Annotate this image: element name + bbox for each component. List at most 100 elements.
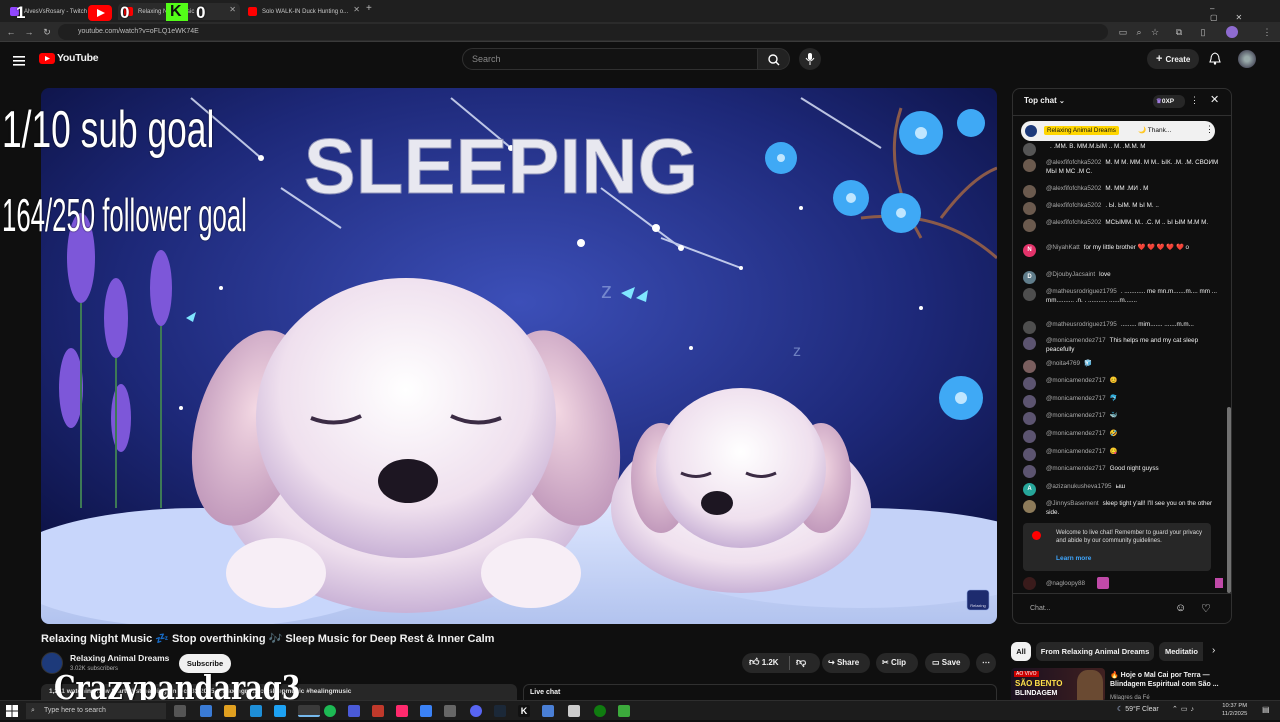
user-avatar[interactable] <box>1023 288 1036 301</box>
dislike-button[interactable]: 👎︎ <box>796 653 806 673</box>
chip-meditation[interactable]: Meditatio <box>1159 642 1203 661</box>
pinned-message-banner[interactable]: Relaxing Animal Dreams 🌙 Thank... ⋮ <box>1021 121 1215 141</box>
menu-dots-icon[interactable]: ⋮ <box>1260 25 1274 39</box>
reload-icon[interactable]: ↻ <box>40 25 54 39</box>
user-avatar[interactable] <box>1023 321 1036 334</box>
pinned-menu-icon[interactable]: ⋮ <box>1205 124 1214 135</box>
url-field[interactable]: youtube.com/watch?v=oFLQ1eWK74E <box>58 24 1108 40</box>
extensions-icon[interactable]: ⧉ <box>1172 25 1186 39</box>
hamburger-menu-icon[interactable] <box>13 53 25 71</box>
user-avatar[interactable] <box>1023 377 1036 390</box>
share-button[interactable]: ↪ Share <box>822 653 870 673</box>
chat-author[interactable]: @noita4769 <box>1046 360 1080 367</box>
app-icon[interactable] <box>444 705 456 717</box>
clip-button[interactable]: ✂ Clip <box>876 653 918 673</box>
app-icon[interactable] <box>568 705 580 717</box>
chevron-right-icon[interactable]: › <box>1212 645 1215 656</box>
user-avatar[interactable] <box>1023 395 1036 408</box>
recommendation-thumbnail[interactable]: AO VIVO SÃO BENTO BLINDAGEM <box>1011 668 1105 702</box>
notifications-bell-icon[interactable] <box>1209 52 1221 70</box>
chat-menu-dots-icon[interactable]: ⋮ <box>1190 95 1199 106</box>
top-chat-dropdown[interactable]: Top chat ⌄ <box>1024 96 1065 105</box>
user-avatar[interactable] <box>1023 219 1036 232</box>
user-avatar[interactable] <box>1023 185 1036 198</box>
kick-app-icon[interactable]: K <box>518 705 530 717</box>
chat-author[interactable]: @DjoubyJacsaint <box>1046 271 1095 278</box>
user-avatar[interactable] <box>1023 360 1036 373</box>
close-tab-icon[interactable]: ✕ <box>353 5 360 14</box>
chat-author[interactable]: @alexfifofchka5202 <box>1046 219 1101 226</box>
chat-author[interactable]: @monicamendez717 <box>1046 465 1106 472</box>
taskbar-search-box[interactable]: ⌕ Type here to search <box>26 703 166 719</box>
chat-author[interactable]: @monicamendez717 <box>1046 337 1106 344</box>
steam-icon[interactable] <box>494 705 506 717</box>
emoji-picker-icon[interactable]: ☺ <box>1175 602 1186 614</box>
close-chat-icon[interactable]: ✕ <box>1210 93 1219 106</box>
create-button[interactable]: + Create <box>1147 49 1199 69</box>
chat-author[interactable]: @monicamendez717 <box>1046 412 1106 419</box>
like-button[interactable]: 👍︎ 1.2K <box>749 653 779 673</box>
app-icon[interactable] <box>542 705 554 717</box>
notification-center-icon[interactable]: ▤ <box>1262 705 1270 714</box>
user-avatar[interactable] <box>1023 337 1036 350</box>
points-badge[interactable]: ♛0XP <box>1153 95 1185 108</box>
chrome-icon[interactable] <box>298 705 320 717</box>
user-avatar[interactable]: D <box>1023 271 1036 284</box>
search-button[interactable] <box>757 48 790 70</box>
chat-author[interactable]: @monicamendez717 <box>1046 395 1106 402</box>
chat-author[interactable]: @monicamendez717 <box>1046 430 1106 437</box>
recommendation-title[interactable]: 🔥 Hoje o Mal Cai por Terra — Blindagem E… <box>1110 671 1222 689</box>
user-avatar[interactable] <box>1023 500 1036 513</box>
chip-all[interactable]: All <box>1011 642 1031 661</box>
chip-from-channel[interactable]: From Relaxing Animal Dreams <box>1036 642 1154 661</box>
spotify-icon[interactable] <box>324 705 336 717</box>
cast-icon[interactable]: ▭ <box>1116 25 1130 39</box>
app-icon[interactable] <box>348 705 360 717</box>
sidebar-icon[interactable]: ▯ <box>1196 25 1210 39</box>
user-avatar[interactable] <box>1023 202 1036 215</box>
search-input[interactable]: Search <box>462 48 758 70</box>
discord-icon[interactable] <box>470 705 482 717</box>
heart-reaction-icon[interactable]: ♡ <box>1201 602 1211 615</box>
app-icon[interactable] <box>274 705 286 717</box>
chat-author[interactable]: @monicamendez717 <box>1046 448 1106 455</box>
user-avatar[interactable] <box>1023 430 1036 443</box>
window-controls[interactable]: –▢✕ <box>1210 4 1280 22</box>
windows-start-icon[interactable] <box>6 704 18 717</box>
voice-search-button[interactable] <box>799 48 821 70</box>
chat-input[interactable]: Chat... <box>1023 601 1179 617</box>
user-avatar[interactable] <box>1023 143 1036 156</box>
edge-icon[interactable] <box>250 705 262 717</box>
video-player[interactable]: SLEEPING z z Relaxing <box>41 88 997 624</box>
tiktok-icon[interactable] <box>396 705 408 717</box>
system-tray-icons[interactable]: ⌃▭♪ <box>1172 705 1197 713</box>
user-avatar[interactable] <box>1023 412 1036 425</box>
chat-author[interactable]: @alexfifofchka5202 <box>1046 159 1101 166</box>
user-avatar[interactable] <box>1023 465 1036 478</box>
app-icon[interactable] <box>372 705 384 717</box>
user-avatar[interactable] <box>1023 448 1036 461</box>
chat-author[interactable]: @alexfifofchka5202 <box>1046 202 1101 209</box>
chat-author[interactable]: @NiyahKatt <box>1046 244 1080 251</box>
chat-scrollbar[interactable] <box>1227 407 1231 593</box>
close-tab-icon[interactable]: ✕ <box>229 5 236 14</box>
forward-icon[interactable]: → <box>22 25 36 39</box>
bookmark-star-icon[interactable]: ☆ <box>1148 25 1162 39</box>
user-avatar[interactable]: N <box>1023 244 1036 257</box>
more-actions-button[interactable]: ⋯ <box>976 653 996 673</box>
learn-more-link[interactable]: Learn more <box>1056 555 1091 562</box>
app-icon[interactable] <box>200 705 212 717</box>
weather-widget[interactable]: ☾ 59°F Clear <box>1117 705 1159 713</box>
browser-tab-duck-hunting[interactable]: Solo WALK-IN Duck Hunting o... ✕ <box>242 3 364 20</box>
chat-author[interactable]: @monicamendez717 <box>1046 377 1106 384</box>
youtube-logo[interactable]: YouTube <box>39 52 99 64</box>
app-icon[interactable] <box>420 705 432 717</box>
app-icon[interactable] <box>618 705 630 717</box>
file-explorer-icon[interactable] <box>224 705 236 717</box>
chat-author[interactable]: @matheusrodriguez1795 <box>1046 321 1117 328</box>
chat-author[interactable]: @azizanukusheva1795 <box>1046 483 1112 490</box>
account-avatar[interactable] <box>1238 50 1256 68</box>
channel-name[interactable]: Relaxing Animal Dreams <box>70 653 169 663</box>
user-avatar[interactable] <box>1023 159 1036 172</box>
task-view-icon[interactable] <box>174 705 186 717</box>
